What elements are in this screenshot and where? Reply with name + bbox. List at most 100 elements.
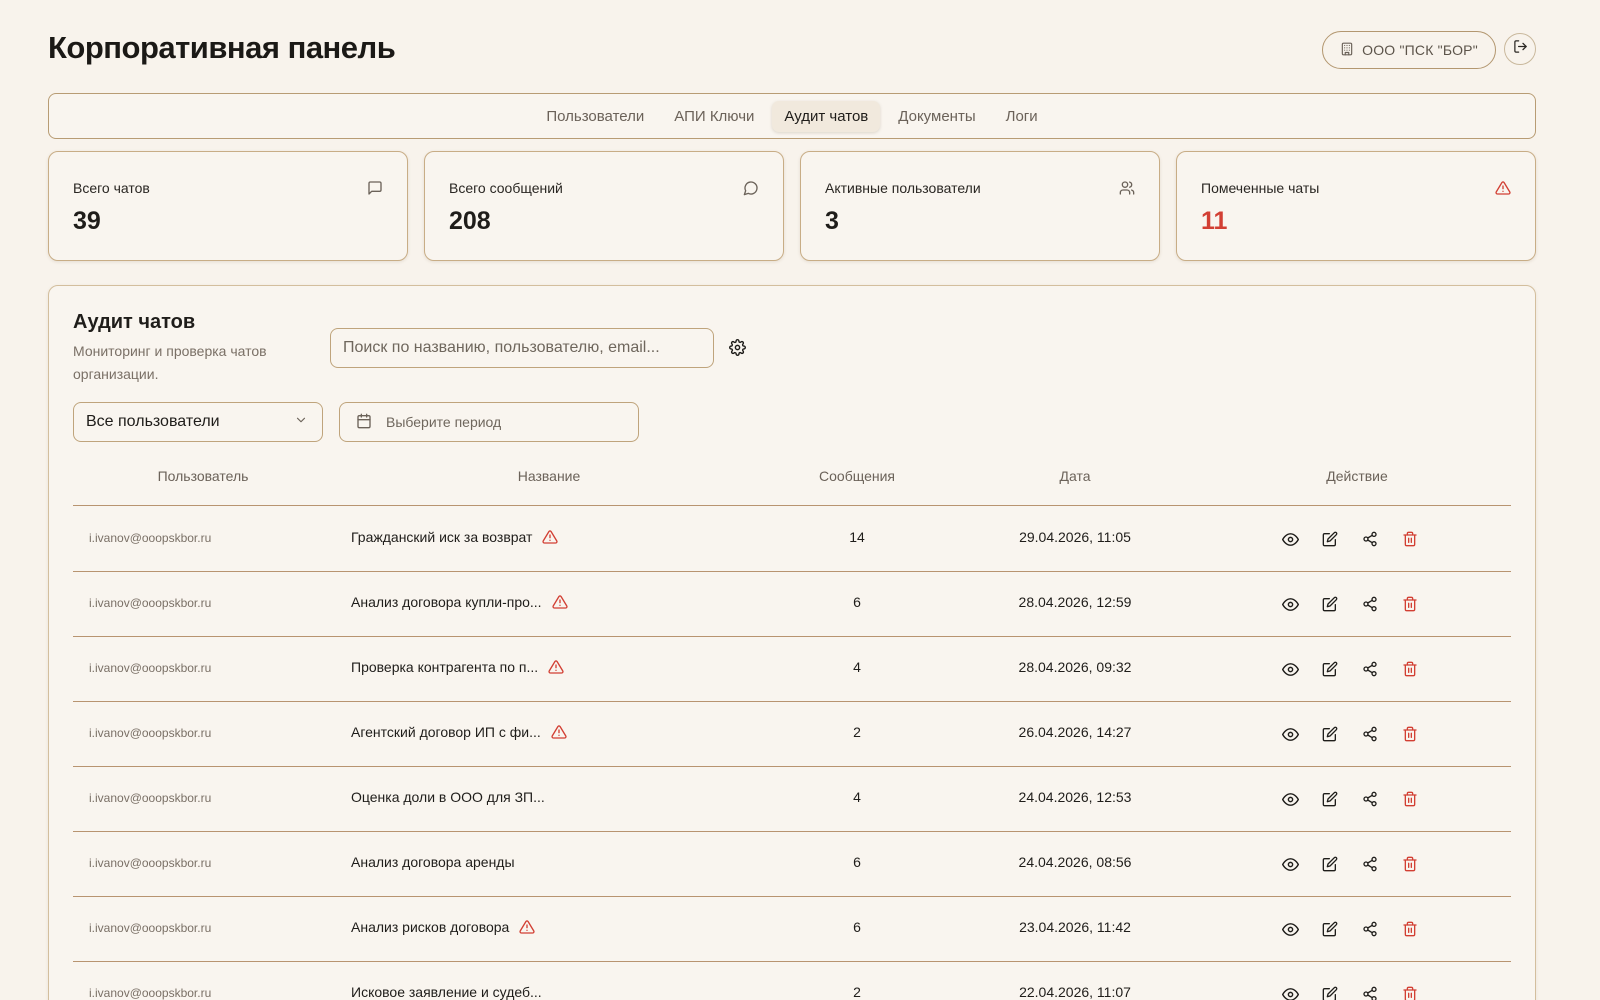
delete-icon[interactable] (1401, 790, 1419, 808)
row-chat-title[interactable]: Гражданский иск за возврат (351, 529, 559, 545)
view-icon[interactable] (1281, 530, 1299, 548)
flag-warning-icon (551, 724, 567, 740)
edit-icon[interactable] (1321, 790, 1339, 808)
view-icon[interactable] (1281, 855, 1299, 873)
row-chat-title-text: Гражданский иск за возврат (351, 529, 533, 545)
stat-value: 39 (73, 207, 101, 235)
stat-card-total-messages: Всего сообщений 208 (424, 151, 784, 261)
row-chat-title[interactable]: Агентский договор ИП с фи... (351, 724, 567, 740)
tab-documents[interactable]: Документы (886, 101, 987, 132)
row-message-count: 6 (853, 594, 861, 610)
table-row[interactable]: i.ivanov@ooopskbor.ru Оценка доли в ООО д… (73, 767, 1511, 832)
row-actions (1281, 725, 1419, 743)
stat-value: 11 (1201, 207, 1228, 235)
period-placeholder: Выберите период (386, 414, 502, 430)
share-icon[interactable] (1361, 855, 1379, 873)
edit-icon[interactable] (1321, 660, 1339, 678)
share-icon[interactable] (1361, 985, 1379, 1000)
row-chat-title[interactable]: Анализ договора аренды (351, 854, 515, 870)
table-row[interactable]: i.ivanov@ooopskbor.ru Проверка контрагент… (73, 637, 1511, 702)
row-chat-title-text: Оценка доли в ООО для ЗП... (351, 789, 545, 805)
organization-button[interactable]: ООО "ПСК "БОР" (1322, 31, 1496, 69)
column-header-title: Название (517, 468, 581, 484)
view-icon[interactable] (1281, 660, 1299, 678)
row-chat-title[interactable]: Исковое заявление и судеб... (351, 984, 542, 1000)
share-icon[interactable] (1361, 530, 1379, 548)
view-icon[interactable] (1281, 985, 1299, 1000)
view-icon[interactable] (1281, 595, 1299, 613)
row-message-count: 2 (853, 724, 861, 740)
flag-warning-icon (548, 659, 564, 675)
column-header-user: Пользователь (157, 468, 249, 484)
table-row[interactable]: i.ivanov@ooopskbor.ru Агентский договор И… (73, 702, 1511, 767)
row-chat-title-text: Исковое заявление и судеб... (351, 984, 542, 1000)
share-icon[interactable] (1361, 920, 1379, 938)
edit-icon[interactable] (1321, 725, 1339, 743)
column-header-action: Действие (1326, 468, 1388, 484)
row-chat-title-text: Анализ рисков договора (351, 919, 510, 935)
delete-icon[interactable] (1401, 725, 1419, 743)
row-date: 29.04.2026, 11:05 (1019, 529, 1131, 545)
row-chat-title-text: Агентский договор ИП с фи... (351, 724, 541, 740)
chat-audit-panel: Аудит чатов Мониторинг и проверка чатов … (48, 285, 1536, 1000)
tab-logs[interactable]: Логи (994, 101, 1050, 132)
row-chat-title[interactable]: Оценка доли в ООО для ЗП... (351, 789, 545, 805)
share-icon[interactable] (1361, 660, 1379, 678)
row-actions (1281, 855, 1419, 873)
edit-icon[interactable] (1321, 920, 1339, 938)
building-icon (1340, 42, 1354, 59)
table-row[interactable]: i.ivanov@ooopskbor.ru Анализ договора аре… (73, 832, 1511, 897)
alert-triangle-icon (1495, 180, 1511, 196)
share-icon[interactable] (1361, 595, 1379, 613)
view-icon[interactable] (1281, 920, 1299, 938)
table-row[interactable]: i.ivanov@ooopskbor.ru Анализ договора куп… (73, 572, 1511, 637)
gear-icon[interactable] (729, 339, 746, 356)
edit-icon[interactable] (1321, 530, 1339, 548)
edit-icon[interactable] (1321, 855, 1339, 873)
row-actions (1281, 595, 1419, 613)
logout-icon (1513, 39, 1528, 59)
stat-label: Активные пользователи (825, 180, 981, 196)
tab-chat-audit[interactable]: Аудит чатов (772, 100, 881, 132)
tab-api-keys[interactable]: АПИ Ключи (662, 101, 766, 132)
table-header: Пользователь Название Сообщения Дата Дей… (73, 446, 1511, 506)
edit-icon[interactable] (1321, 985, 1339, 1000)
delete-icon[interactable] (1401, 855, 1419, 873)
delete-icon[interactable] (1401, 595, 1419, 613)
user-filter-select[interactable]: Все пользователи (73, 402, 323, 442)
panel-description: Мониторинг и проверка чатов организации. (73, 343, 267, 382)
calendar-icon (356, 413, 372, 432)
view-icon[interactable] (1281, 790, 1299, 808)
table-row[interactable]: i.ivanov@ooopskbor.ru Исковое заявление и… (73, 962, 1511, 1000)
period-picker[interactable]: Выберите период (339, 402, 639, 442)
row-message-count: 6 (853, 919, 861, 935)
user-filter-value: Все пользователи (86, 413, 220, 430)
row-user-email: i.ivanov@ooopskbor.ru (89, 921, 212, 935)
row-date: 28.04.2026, 09:32 (1018, 659, 1132, 675)
edit-icon[interactable] (1321, 595, 1339, 613)
logout-button[interactable] (1504, 33, 1536, 65)
panel-title: Аудит чатов (73, 311, 196, 333)
delete-icon[interactable] (1401, 985, 1419, 1000)
row-actions (1281, 985, 1419, 1000)
row-chat-title-text: Проверка контрагента по п... (351, 659, 539, 675)
row-chat-title-text: Анализ договора аренды (351, 854, 515, 870)
row-chat-title-text: Анализ договора купли-про... (351, 594, 542, 610)
stat-value: 3 (825, 207, 839, 235)
row-chat-title[interactable]: Анализ договора купли-про... (351, 594, 568, 610)
tab-users[interactable]: Пользователи (534, 101, 656, 132)
delete-icon[interactable] (1401, 660, 1419, 678)
row-date: 23.04.2026, 11:42 (1019, 919, 1131, 935)
view-icon[interactable] (1281, 725, 1299, 743)
table-row[interactable]: i.ivanov@ooopskbor.ru Гражданский иск за … (73, 507, 1511, 572)
share-icon[interactable] (1361, 725, 1379, 743)
row-user-email: i.ivanov@ooopskbor.ru (89, 596, 212, 610)
search-input[interactable] (330, 328, 714, 368)
share-icon[interactable] (1361, 790, 1379, 808)
table-row[interactable]: i.ivanov@ooopskbor.ru Анализ рисков догов… (73, 897, 1511, 962)
delete-icon[interactable] (1401, 920, 1419, 938)
row-user-email: i.ivanov@ooopskbor.ru (89, 856, 212, 870)
row-chat-title[interactable]: Анализ рисков договора (351, 919, 535, 935)
delete-icon[interactable] (1401, 530, 1419, 548)
row-chat-title[interactable]: Проверка контрагента по п... (351, 659, 564, 675)
